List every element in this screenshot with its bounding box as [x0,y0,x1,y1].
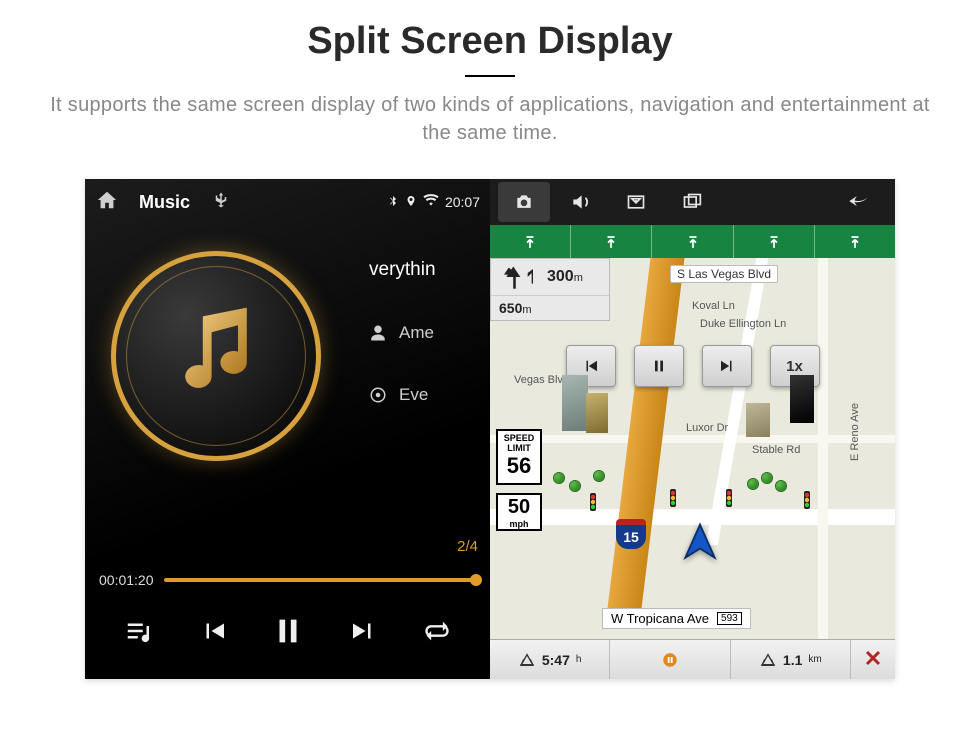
nav-pause-segment[interactable] [610,640,730,679]
camera-button[interactable] [498,182,550,222]
building-icon [586,393,608,433]
pause-button[interactable] [271,612,305,655]
progress-row: 00:01:20 [85,572,490,598]
lane-arrow [490,225,571,258]
map-media-controls: 1x [566,345,820,387]
road-stable [490,435,895,443]
title-divider [465,75,515,77]
street-label: Koval Ln [686,299,741,313]
volume-button[interactable] [554,182,606,222]
screenshot-button[interactable] [610,182,662,222]
route-badge: 593 [717,612,742,625]
lane-arrow [652,225,733,258]
tree-icon [594,471,604,481]
split-screen-device: Music 20:07 [85,179,895,679]
tree-icon [776,481,786,491]
track-list: verythin Ame Eve [369,259,436,572]
clock: 20:07 [445,194,480,210]
usb-icon[interactable] [212,189,230,216]
traffic-light-icon [722,489,736,515]
street-label: Luxor Dr [680,421,734,435]
tree-icon [748,479,758,489]
recents-button[interactable] [666,182,718,222]
music-pane: Music 20:07 [85,179,490,679]
tree-icon [554,473,564,483]
building-icon [746,403,770,437]
next-track-button[interactable] [348,616,378,651]
building-icon [562,375,588,431]
speed-limit-sign: SPEED LIMIT 56 [496,429,542,485]
track-counter: 2/4 [457,538,478,555]
eta-segment[interactable]: 5:47h [490,640,610,679]
street-label: Stable Rd [746,443,806,457]
loop-button[interactable] [421,617,453,650]
wifi-icon [423,194,439,211]
seek-bar[interactable] [164,578,477,582]
street-label: E Reno Ave [848,397,862,467]
status-bar: 20:07 [387,193,480,212]
lane-arrow [571,225,652,258]
now-playing-title[interactable]: verythin [369,259,436,281]
current-location-icon [678,521,722,570]
music-note-icon [172,307,260,405]
map-pane: 300m 650m S Las Vegas Blvd Koval Ln Duke… [490,179,895,679]
seek-knob[interactable] [470,574,482,586]
bluetooth-icon [387,193,399,212]
location-icon [405,193,417,212]
elapsed-time: 00:01:20 [99,572,154,588]
turn-remaining: 650m [491,296,609,320]
traffic-light-icon [586,493,600,519]
prev-track-button[interactable] [199,616,229,651]
street-label: Duke Ellington Ln [694,317,792,331]
close-nav-button[interactable] [851,640,895,679]
tree-icon [762,473,772,483]
building-icon [790,375,814,423]
music-top-bar: Music 20:07 [85,179,490,225]
music-body: verythin Ame Eve [85,225,490,572]
artist-row[interactable]: Ame [369,323,436,343]
turn-distance: 300m [547,268,583,286]
map-pause-button[interactable] [634,345,684,387]
home-icon[interactable] [95,189,119,216]
music-section-label: Music [139,192,190,213]
map-area[interactable]: 300m 650m S Las Vegas Blvd Koval Ln Duke… [490,225,895,679]
album-art[interactable] [111,251,321,461]
playlist-button[interactable] [122,616,156,651]
lane-guidance [490,225,895,258]
lane-arrow [815,225,895,258]
street-label-tropicana: W Tropicana Ave 593 [602,608,751,629]
turn-panel[interactable]: 300m 650m [490,258,610,321]
page-title: Split Screen Display [0,20,980,63]
traffic-light-icon [800,491,814,517]
road-reno [818,225,828,679]
system-bar [490,179,895,225]
map-next-button[interactable] [702,345,752,387]
lane-arrow [734,225,815,258]
traffic-light-icon [666,489,680,515]
distance-segment[interactable]: 1.1km [731,640,851,679]
album-row[interactable]: Eve [369,385,436,405]
interstate-shield: 15 [616,519,646,549]
current-speed-sign: 50 mph [496,493,542,531]
music-controls [85,598,490,679]
turn-top: 300m [491,259,609,296]
map-bottom-bar: 5:47h 1.1km [490,639,895,679]
tree-icon [570,481,580,491]
back-button[interactable] [835,182,887,222]
interstate-15 [605,225,688,625]
street-label: S Las Vegas Blvd [670,265,778,283]
page-subtitle: It supports the same screen display of t… [0,91,980,147]
